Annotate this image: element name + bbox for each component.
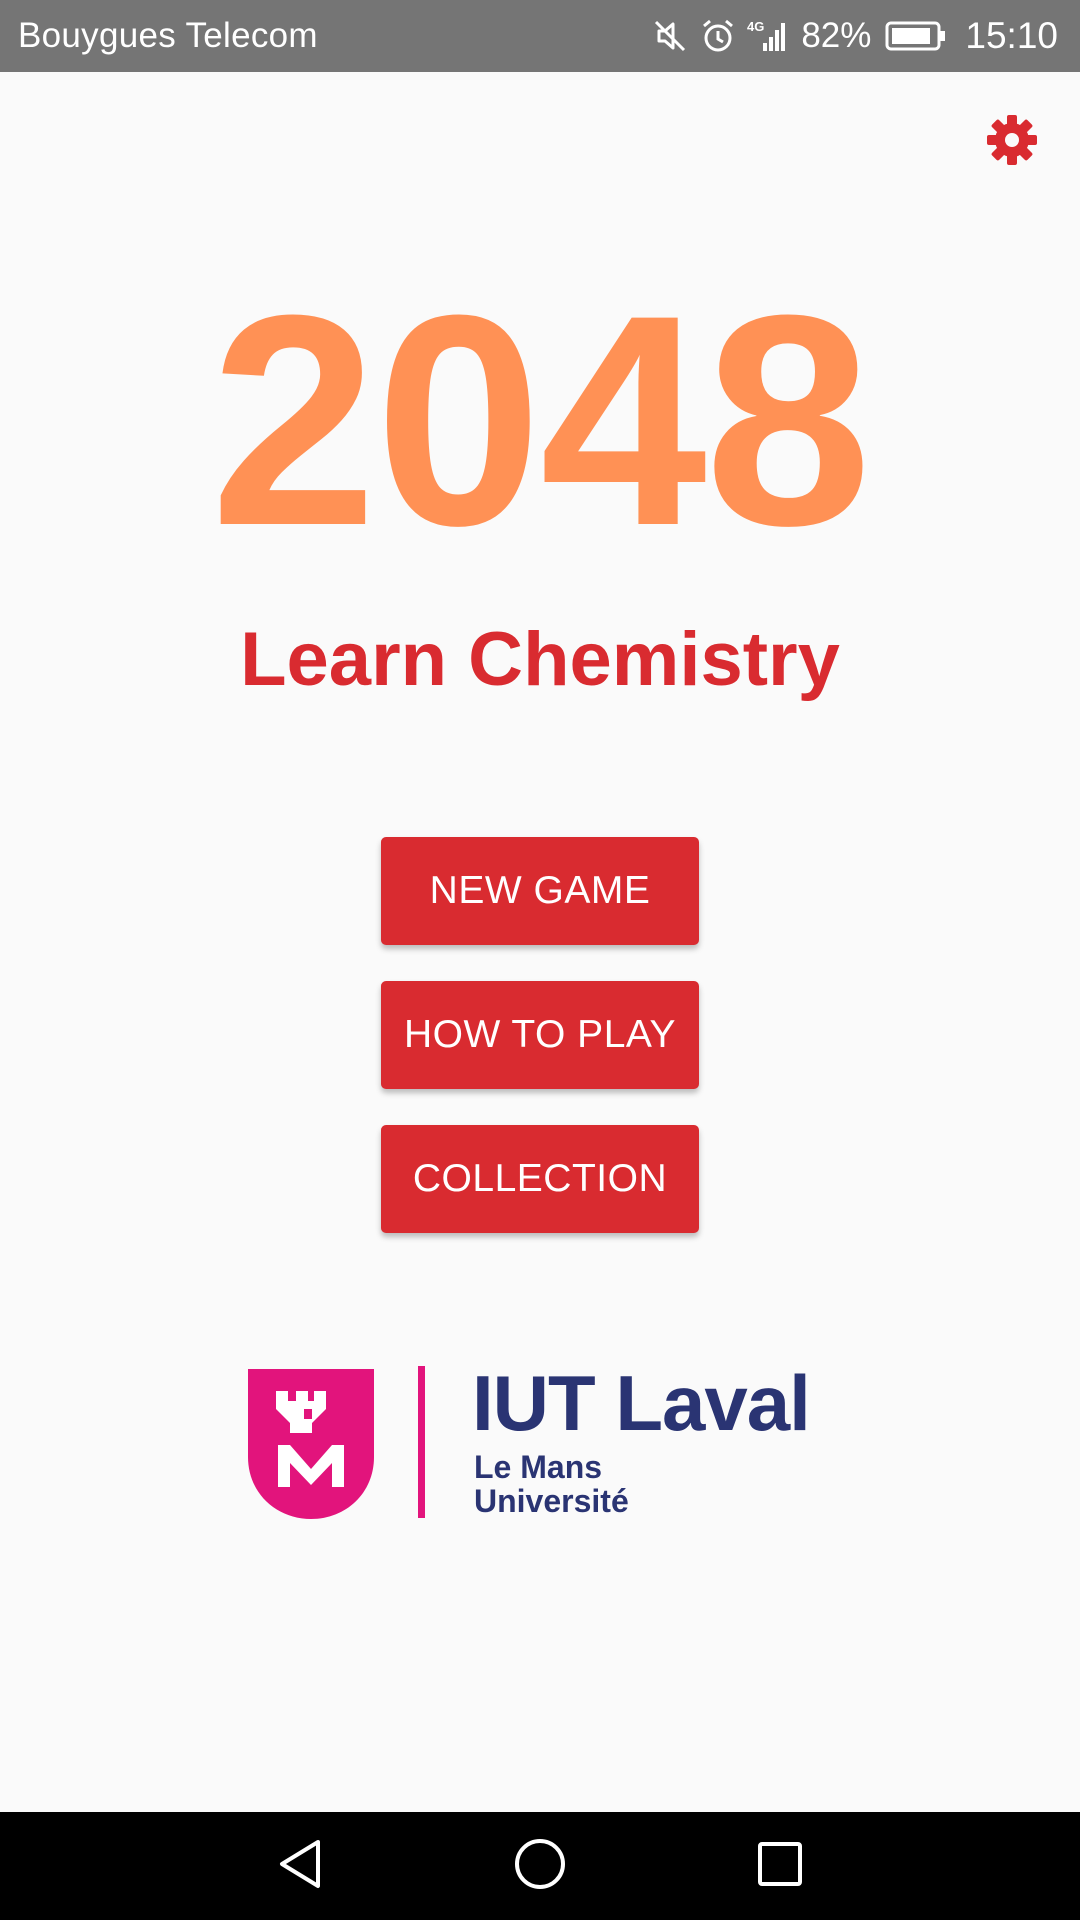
logo-subtitle-line2: Université — [474, 1483, 629, 1519]
logo-divider — [418, 1366, 425, 1518]
back-button[interactable] — [268, 1834, 332, 1898]
settings-button[interactable] — [980, 110, 1044, 174]
logo-subtitle-line1: Le Mans — [474, 1449, 603, 1485]
home-button[interactable] — [508, 1834, 572, 1898]
status-bar: Bouygues Telecom 4G 82% 15:10 — [0, 0, 1080, 72]
recent-apps-button[interactable] — [748, 1834, 812, 1898]
network-type-label: 4G — [747, 19, 764, 34]
how-to-play-button[interactable]: HOW TO PLAY — [381, 981, 699, 1089]
mute-icon — [651, 17, 689, 55]
battery-icon — [885, 20, 947, 52]
game-subtitle: Learn Chemistry — [240, 617, 840, 702]
main-menu-screen: Bouygues Telecom 4G 82% 15:10 2048 Learn… — [0, 0, 1080, 1920]
shield-logo-icon — [248, 1369, 374, 1524]
alarm-icon — [699, 17, 737, 55]
game-title: 2048 — [210, 252, 871, 588]
logo-name: IUT Laval — [472, 1359, 811, 1447]
battery-percent: 82% — [801, 16, 872, 55]
carrier-name: Bouygues Telecom — [18, 16, 318, 55]
iut-laval-logo: IUT Laval Le Mans Université — [248, 1359, 838, 1524]
recent-apps-icon — [755, 1839, 805, 1894]
status-icons: 4G 82% 15:10 — [651, 0, 1058, 72]
home-icon — [513, 1837, 567, 1896]
status-time: 15:10 — [965, 15, 1058, 56]
gear-icon — [985, 113, 1039, 172]
back-icon — [274, 1838, 326, 1895]
collection-button[interactable]: COLLECTION — [381, 1125, 699, 1233]
navigation-bar — [0, 1812, 1080, 1920]
signal-icon: 4G — [747, 17, 791, 55]
new-game-button[interactable]: NEW GAME — [381, 837, 699, 945]
